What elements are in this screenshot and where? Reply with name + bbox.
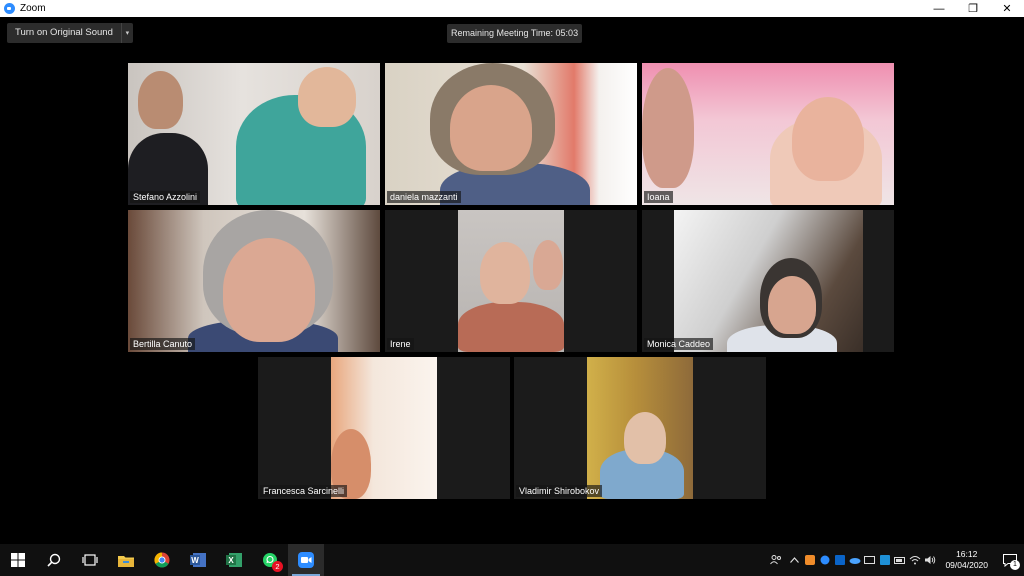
- notification-count: 1: [1010, 560, 1020, 570]
- svg-text:W: W: [191, 556, 199, 565]
- participant-name: Bertilla Canuto: [130, 338, 196, 350]
- participant-silhouette: [298, 67, 356, 127]
- chrome-icon: [154, 552, 170, 568]
- participant-silhouette: [642, 68, 694, 188]
- volume-button[interactable]: [922, 544, 937, 576]
- system-tray: 16:12 09/04/2020 1: [765, 544, 1024, 576]
- video-tile-stefano[interactable]: Stefano Azzolini: [128, 63, 380, 205]
- participant-silhouette: [533, 240, 563, 290]
- zoom-logo-icon: [4, 3, 15, 14]
- task-view-icon: [82, 554, 98, 566]
- participant-silhouette: [768, 276, 816, 334]
- show-hidden-icons-button[interactable]: [787, 544, 802, 576]
- clock-date: 09/04/2020: [945, 560, 988, 570]
- tray-app-battery[interactable]: [892, 544, 907, 576]
- tray-app-network[interactable]: [877, 544, 892, 576]
- participant-name: Francesca Sarcinelli: [260, 485, 348, 497]
- participant-silhouette: [792, 97, 864, 181]
- action-center-button[interactable]: 1: [996, 544, 1024, 576]
- original-sound-button[interactable]: Turn on Original Sound: [7, 23, 121, 43]
- video-tile-francesca[interactable]: Francesca Sarcinelli: [258, 357, 510, 499]
- video-tile-irene[interactable]: Irene: [385, 210, 637, 352]
- participant-silhouette: [138, 71, 183, 129]
- cloud-icon: [849, 558, 861, 564]
- taskbar-clock[interactable]: 16:12 09/04/2020: [937, 549, 996, 571]
- excel-icon: X: [226, 553, 242, 567]
- file-explorer-button[interactable]: [108, 544, 144, 576]
- tray-app-blue[interactable]: [817, 544, 832, 576]
- participant-silhouette: [624, 412, 666, 464]
- whatsapp-button[interactable]: 2: [252, 544, 288, 576]
- clock-time: 16:12: [956, 549, 978, 559]
- search-button[interactable]: [36, 544, 72, 576]
- window-controls: — ❐ ✕: [922, 0, 1024, 17]
- participant-name: Stefano Azzolini: [130, 191, 201, 203]
- start-button[interactable]: [0, 544, 36, 576]
- restore-button[interactable]: ❐: [956, 0, 990, 17]
- wifi-button[interactable]: [907, 544, 922, 576]
- chevron-up-icon: [790, 557, 800, 563]
- app-tray-icon: [879, 555, 890, 565]
- participant-silhouette: [450, 85, 532, 171]
- people-icon: [770, 555, 782, 565]
- app-tray-icon: [834, 555, 845, 565]
- app-tray-icon: [820, 555, 830, 565]
- battery-icon: [893, 556, 905, 564]
- people-button[interactable]: [765, 544, 787, 576]
- search-icon: [47, 553, 61, 567]
- title-bar: Zoom — ❐ ✕: [0, 0, 1024, 17]
- video-tile-ioana[interactable]: Ioana: [642, 63, 894, 205]
- tray-app-outlook[interactable]: [832, 544, 847, 576]
- app-tray-icon: [804, 555, 815, 565]
- tray-app-orange[interactable]: [802, 544, 817, 576]
- zoom-icon: [298, 552, 314, 568]
- folder-icon: [118, 555, 134, 567]
- participant-silhouette: [458, 302, 564, 352]
- participant-name: Ioana: [644, 191, 673, 203]
- windows-logo-icon: [11, 553, 25, 567]
- word-button[interactable]: W: [180, 544, 216, 576]
- excel-button[interactable]: X: [216, 544, 252, 576]
- close-button[interactable]: ✕: [990, 0, 1024, 17]
- participant-name: Vladimir Shirobokov: [516, 485, 603, 497]
- tray-app-monitor[interactable]: [862, 544, 877, 576]
- word-icon: W: [190, 553, 206, 567]
- tray-app-cloud[interactable]: [847, 544, 862, 576]
- window-title: Zoom: [20, 3, 46, 14]
- video-tile-monica[interactable]: Monica Caddeo: [642, 210, 894, 352]
- participant-silhouette: [223, 238, 315, 342]
- participant-name: Irene: [387, 338, 414, 350]
- minimize-button[interactable]: —: [922, 0, 956, 17]
- participant-silhouette: [480, 242, 530, 304]
- video-tile-daniela[interactable]: daniela mazzanti: [385, 63, 637, 205]
- remaining-meeting-time: Remaining Meeting Time: 05:03: [447, 24, 583, 43]
- participant-name: Monica Caddeo: [644, 338, 714, 350]
- original-sound-dropdown-icon[interactable]: ▾: [120, 23, 133, 43]
- original-sound-control: Turn on Original Sound ▾: [7, 23, 133, 43]
- whatsapp-badge: 2: [272, 561, 283, 572]
- wifi-icon: [909, 556, 921, 565]
- zoom-taskbar-button[interactable]: [288, 544, 324, 576]
- windows-taskbar: W X 2 16:12 09/04/2020 1: [0, 544, 1024, 576]
- svg-text:X: X: [228, 556, 234, 565]
- speaker-icon: [924, 556, 936, 564]
- participant-name: daniela mazzanti: [387, 191, 461, 203]
- video-tile-vladimir[interactable]: Vladimir Shirobokov: [514, 357, 766, 499]
- chrome-button[interactable]: [144, 544, 180, 576]
- monitor-icon: [864, 555, 876, 564]
- task-view-button[interactable]: [72, 544, 108, 576]
- video-tile-bertilla[interactable]: Bertilla Canuto: [128, 210, 380, 352]
